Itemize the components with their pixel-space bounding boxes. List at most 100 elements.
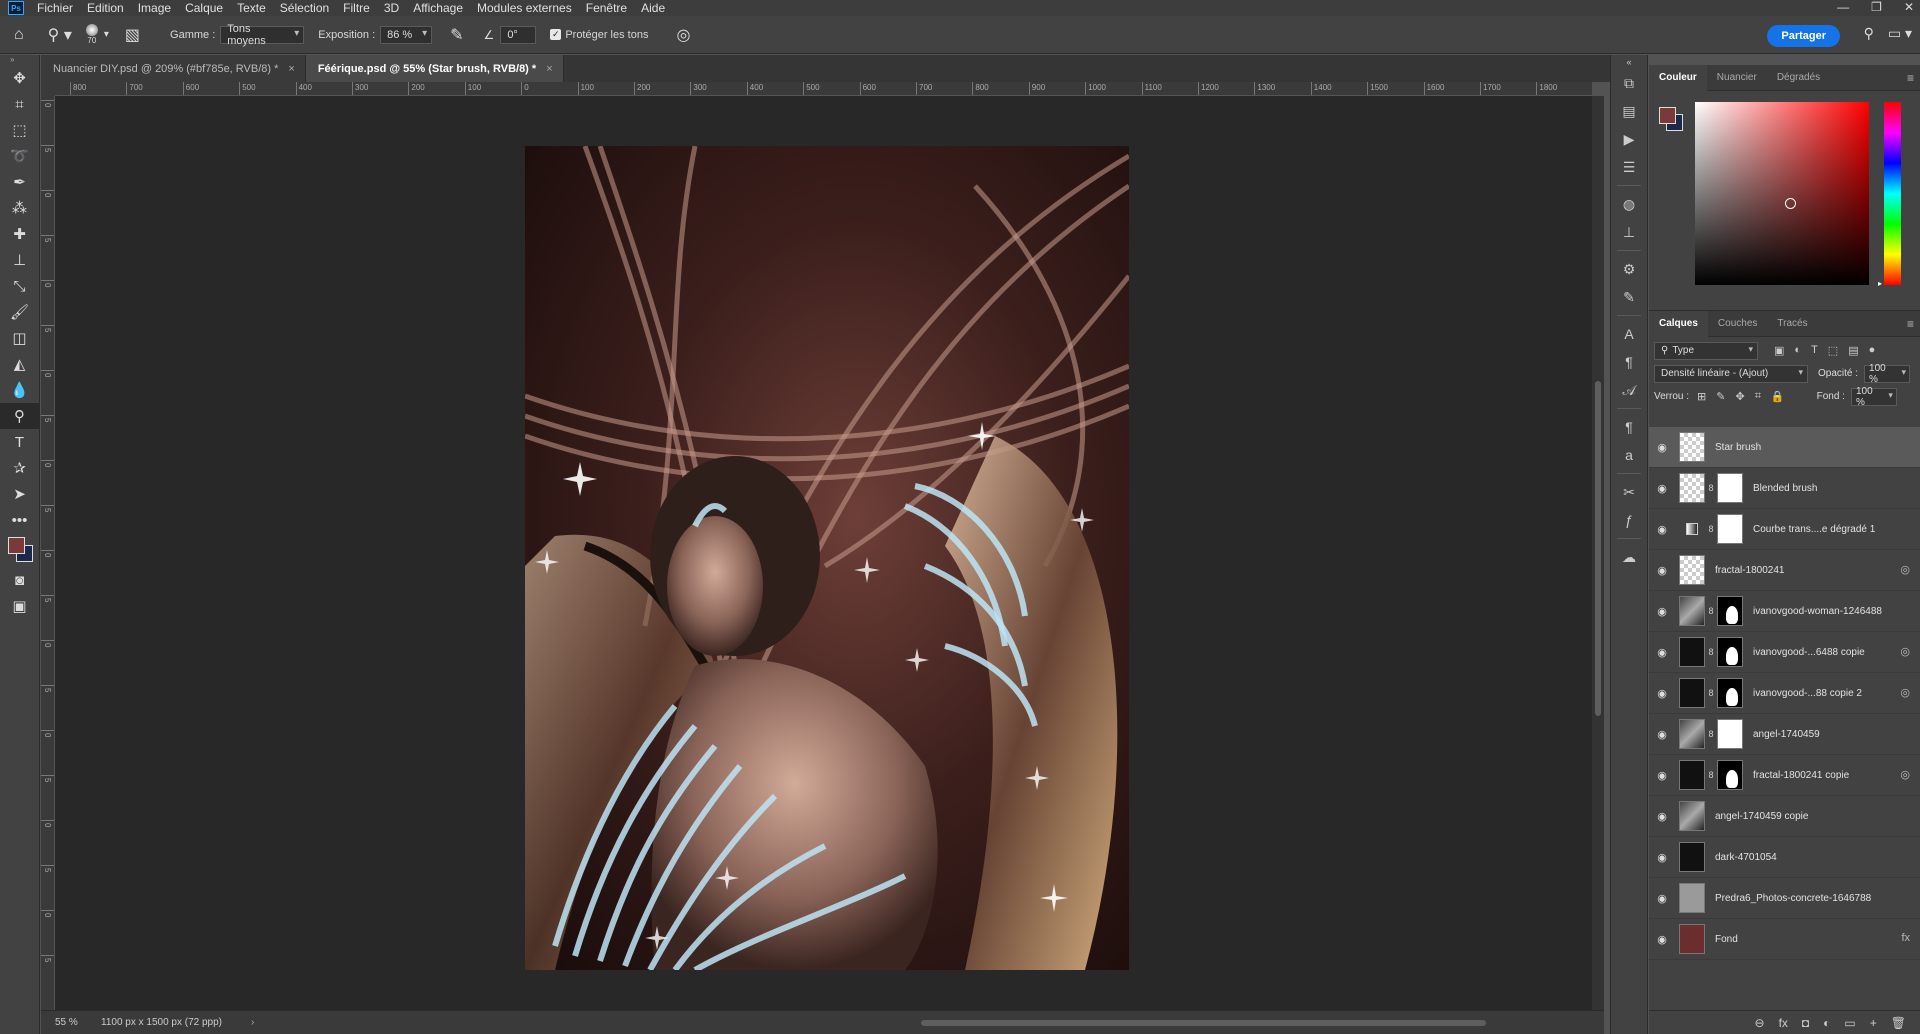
history-icon[interactable]: ⧉ [1611,69,1647,97]
visibility-eye-icon[interactable]: ◉ [1649,851,1675,864]
layer-thumbnail[interactable] [1679,719,1705,749]
path-selection-tool-icon[interactable]: ➤ [0,481,39,507]
tab-nuancier-diy[interactable]: Nuancier DIY.psd @ 209% (#bf785e, RVB/8)… [41,55,306,82]
mask-link-icon[interactable]: 8 [1705,688,1717,698]
visibility-eye-icon[interactable]: ◉ [1649,564,1675,577]
eyedropper-tool-icon[interactable]: ⤡ [0,273,39,299]
mask-link-icon[interactable]: 8 [1705,729,1717,739]
new-group-icon[interactable]: ▭ [1844,1016,1855,1030]
visibility-eye-icon[interactable]: ◉ [1649,810,1675,823]
layer-name[interactable]: Blended brush [1753,483,1818,494]
fill-input[interactable]: 100 % [1850,386,1897,408]
airbrush-icon[interactable]: ✎ [450,25,463,45]
layer-mask-thumbnail[interactable] [1717,473,1743,503]
layer-thumbnail[interactable] [1679,760,1705,790]
lock-artboard-icon[interactable]: ⌗ [1755,390,1761,403]
layer-row[interactable]: ◉ 8 Courbe trans....e dégradé 1 [1649,509,1920,550]
paragraph-styles-icon[interactable]: ¶ [1611,413,1647,441]
range-select[interactable]: Tons moyens [220,23,305,47]
zoom-level[interactable]: 55 % [41,1017,101,1028]
menu-fichier[interactable]: Fichier [30,0,80,16]
lock-position-icon[interactable]: ✥ [1735,390,1744,403]
layer-thumbnail[interactable] [1679,555,1705,585]
layer-mask-thumbnail[interactable] [1717,760,1743,790]
shape-tool-icon[interactable]: ✰ [0,455,39,481]
timeline-icon[interactable]: ƒ [1611,506,1647,534]
screen-mode-icon[interactable]: ▣ [0,593,39,619]
link-layers-icon[interactable]: ⊖ [1755,1016,1765,1030]
smart-filter-icon[interactable]: ◎ [1900,563,1910,576]
workspace-icon[interactable]: ▭ ▾ [1888,25,1912,42]
lock-all-icon[interactable]: 🔒 [1771,390,1785,403]
share-button[interactable]: Partager [1767,25,1840,47]
layer-name[interactable]: Fond [1715,934,1738,945]
layer-row[interactable]: ◉ Star brush [1649,427,1920,468]
menu-edition[interactable]: Edition [80,0,131,16]
layer-row[interactable]: ◉ angel-1740459 copie [1649,796,1920,837]
panel-menu-icon[interactable]: ≡ [1907,317,1914,331]
layer-thumbnail[interactable] [1679,637,1705,667]
visibility-eye-icon[interactable]: ◉ [1649,605,1675,618]
filter-type-icon[interactable]: T [1811,344,1818,357]
opacity-input[interactable]: 100 % [1864,363,1911,385]
vertical-scroll-thumb[interactable] [1595,381,1601,716]
properties-icon[interactable]: ▤ [1611,97,1647,125]
libraries-icon[interactable]: ☁ [1611,543,1647,571]
layer-thumbnail[interactable] [1679,514,1705,544]
hue-slider-marker-icon[interactable]: ▸ [1878,279,1882,288]
visibility-eye-icon[interactable]: ◉ [1649,646,1675,659]
brushes-icon[interactable]: ✎ [1611,283,1647,311]
navigator-icon[interactable]: ◍ [1611,190,1647,218]
visibility-eye-icon[interactable]: ◉ [1649,482,1675,495]
menu-affichage[interactable]: Affichage [406,0,470,16]
quick-mask-icon[interactable]: ◙ [0,567,39,593]
new-adjustment-layer-icon[interactable]: ◐ [1823,1016,1830,1030]
filter-toggle-icon[interactable]: ● [1869,344,1876,357]
layer-thumbnail[interactable] [1679,801,1705,831]
tab-traces[interactable]: Tracés [1767,311,1817,337]
eraser-tool-icon[interactable]: ◫ [0,325,39,351]
status-arrow-icon[interactable]: › [251,1017,271,1028]
lasso-tool-icon[interactable]: ➰ [0,143,39,169]
smart-filter-icon[interactable]: ◎ [1900,645,1910,658]
paragraph-icon[interactable]: ¶ [1611,348,1647,376]
close-icon[interactable]: × [288,63,294,75]
visibility-eye-icon[interactable]: ◉ [1649,933,1675,946]
layer-name[interactable]: fractal-1800241 [1715,565,1785,576]
layer-thumbnail[interactable] [1679,924,1705,954]
visibility-eye-icon[interactable]: ◉ [1649,687,1675,700]
tab-calques[interactable]: Calques [1649,310,1708,337]
visibility-eye-icon[interactable]: ◉ [1649,441,1675,454]
tab-feerique[interactable]: Féérique.psd @ 55% (Star brush, RVB/8) *… [305,55,564,82]
menu-texte[interactable]: Texte [230,0,273,16]
mask-link-icon[interactable]: 8 [1705,483,1717,493]
layer-name[interactable]: Courbe trans....e dégradé 1 [1753,524,1875,535]
menu-filtre[interactable]: Filtre [336,0,377,16]
layer-effects-icon[interactable]: fx [1901,932,1910,944]
filter-adjustment-icon[interactable]: ◐ [1794,344,1801,357]
vertical-ruler[interactable]: 0 5 0 5 0 5 0 5 0 5 0 5 0 5 0 5 0 5 0 5 [41,96,55,1010]
layer-name[interactable]: angel-1740459 copie [1715,811,1808,822]
layer-mask-thumbnail[interactable] [1717,514,1743,544]
collapse-panels-icon[interactable]: « [1611,55,1647,69]
dodge-tool-icon[interactable]: ⚲ [0,403,39,429]
more-tools-icon[interactable]: ••• [0,507,39,533]
hue-slider[interactable] [1884,102,1901,285]
layer-name[interactable]: ivanovgood-...88 copie 2 [1753,688,1862,699]
tab-degrades[interactable]: Dégradés [1767,65,1830,91]
menu-image[interactable]: Image [131,0,178,16]
chevron-down-icon[interactable]: ▾ [104,29,109,40]
tool-presets-icon[interactable]: ✂ [1611,478,1647,506]
brush-tool-icon[interactable]: 🖌 [0,299,39,325]
healing-brush-tool-icon[interactable]: ✚ [0,221,39,247]
layer-thumbnail[interactable] [1679,473,1705,503]
paint-bucket-tool-icon[interactable]: ◭ [0,351,39,377]
crop-tool-icon[interactable]: ⌗ [0,91,39,117]
mask-link-icon[interactable]: 8 [1705,770,1717,780]
visibility-eye-icon[interactable]: ◉ [1649,523,1675,536]
color-picker-cursor[interactable] [1785,198,1796,209]
lock-transparency-icon[interactable]: ⊞ [1697,390,1706,403]
adjustments-icon[interactable]: ☰ [1611,153,1647,181]
layer-thumbnail[interactable] [1679,883,1705,913]
layer-thumbnail[interactable] [1679,842,1705,872]
